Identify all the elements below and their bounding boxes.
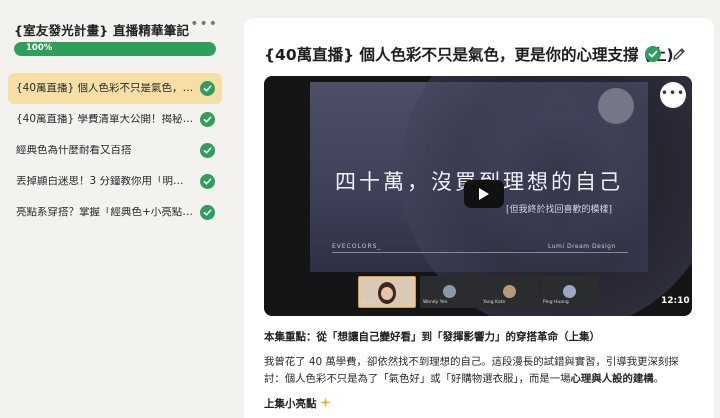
avatar-face (381, 287, 393, 300)
sparkle-icon (320, 397, 332, 408)
lesson-label: 丟掉顯白迷思！3 分鐘教你用「明暗」找到適合的顏色 (16, 176, 194, 187)
sidebar: {室友發光計畫} 直播精華筆記 ••• 100% {40萬直播} 個人色彩不只是… (0, 0, 232, 418)
avatar (563, 285, 576, 298)
video-slide-frame: 四十萬，沒買到理想的自己 [但我終於找回喜歡的模樣] EVECOLORS_ Lu… (310, 76, 692, 316)
participant-name: Wendy Yen (423, 300, 448, 305)
slide-brand-right: Lumi Dream Design (548, 243, 616, 250)
lesson-label: 亮點系穿搭？掌握「經典色+小亮點」的搭配 (16, 207, 194, 218)
edit-pencil-icon[interactable] (671, 46, 687, 62)
lesson-label: 經典色為什麼耐看又百搭 (16, 145, 132, 156)
slide-brand-left: EVECOLORS_ (332, 243, 382, 250)
participant-name: Eve C (362, 301, 375, 306)
lesson-content-card: {40萬直播} 個人色彩不只是氣色，更是你的心理支撐 (上) 四十萬，沒買到理想… (244, 18, 714, 418)
slide-divider (332, 252, 628, 253)
participant-tile: Ping Huang (540, 276, 598, 308)
check-circle-icon (200, 143, 215, 158)
check-circle-icon (200, 205, 215, 220)
participant-tile: Wendy Yen (420, 276, 478, 308)
avatar (503, 285, 516, 298)
progress-label: 100% (26, 43, 53, 53)
turntable-arm-graphic (598, 88, 634, 124)
video-player[interactable]: 四十萬，沒買到理想的自己 [但我終於找回喜歡的模樣] EVECOLORS_ Lu… (264, 76, 692, 316)
lesson-label: {40萬直播} 個人色彩不只是氣色，更是你的心理支撐 (上) (16, 83, 194, 94)
check-circle-icon (200, 112, 215, 127)
play-button[interactable] (464, 180, 504, 208)
participant-tile: Yang Kate (480, 276, 538, 308)
sidebar-header: {室友發光計畫} 直播精華筆記 ••• (14, 16, 220, 38)
lesson-label: {40萬直播} 學費清單大公開！揭秘色彩學習之路 (16, 114, 194, 125)
lesson-title: {40萬直播} 個人色彩不只是氣色，更是你的心理支撐 (上) (264, 46, 674, 64)
participant-strip: Eve C Wendy Yen Yang Kate Ping Huang (358, 276, 598, 308)
participant-name: Yang Kate (483, 300, 506, 305)
course-progress-bar: 100% (14, 42, 216, 56)
course-title: {室友發光計畫} 直播精華筆記 (14, 23, 190, 38)
participant-name: Ping Huang (543, 300, 569, 305)
section-title: 本集重點：從「想讓自己變好看」到「發揮影響力」的穿搭革命（上集） (264, 331, 600, 343)
check-circle-icon (200, 81, 215, 96)
more-options-icon[interactable]: ••• (190, 16, 218, 32)
lesson-item-3[interactable]: 經典色為什麼耐看又百搭 (8, 135, 222, 166)
check-circle-icon (200, 174, 215, 189)
subsection-label: 上集小亮點 (264, 398, 317, 410)
check-circle-icon (645, 46, 661, 62)
slide-subtitle: [但我終於找回喜歡的模樣] (506, 205, 613, 215)
paragraph-text-end: 。 (653, 373, 665, 385)
avatar (443, 285, 456, 298)
participant-tile: Eve C (358, 276, 416, 308)
lesson-item-4[interactable]: 丟掉顯白迷思！3 分鐘教你用「明暗」找到適合的顏色 (8, 166, 222, 197)
lesson-item-1[interactable]: {40萬直播} 個人色彩不只是氣色，更是你的心理支撐 (上) (8, 73, 222, 104)
lesson-item-5[interactable]: 亮點系穿搭？掌握「經典色+小亮點」的搭配 (8, 197, 222, 228)
lesson-item-2[interactable]: {40萬直播} 學費清單大公開！揭秘色彩學習之路 (8, 104, 222, 135)
subsection-title: 上集小亮點 (264, 396, 332, 411)
video-timestamp: 12:10 (661, 296, 690, 306)
video-more-options-icon[interactable]: ••• (660, 82, 686, 108)
lesson-paragraph: 我曾花了 40 萬學費，卻依然找不到理想的自己。這段漫長的試錯與實習，引導我更深… (264, 354, 696, 388)
paragraph-emphasis: 心理與人設的建構 (570, 373, 654, 385)
